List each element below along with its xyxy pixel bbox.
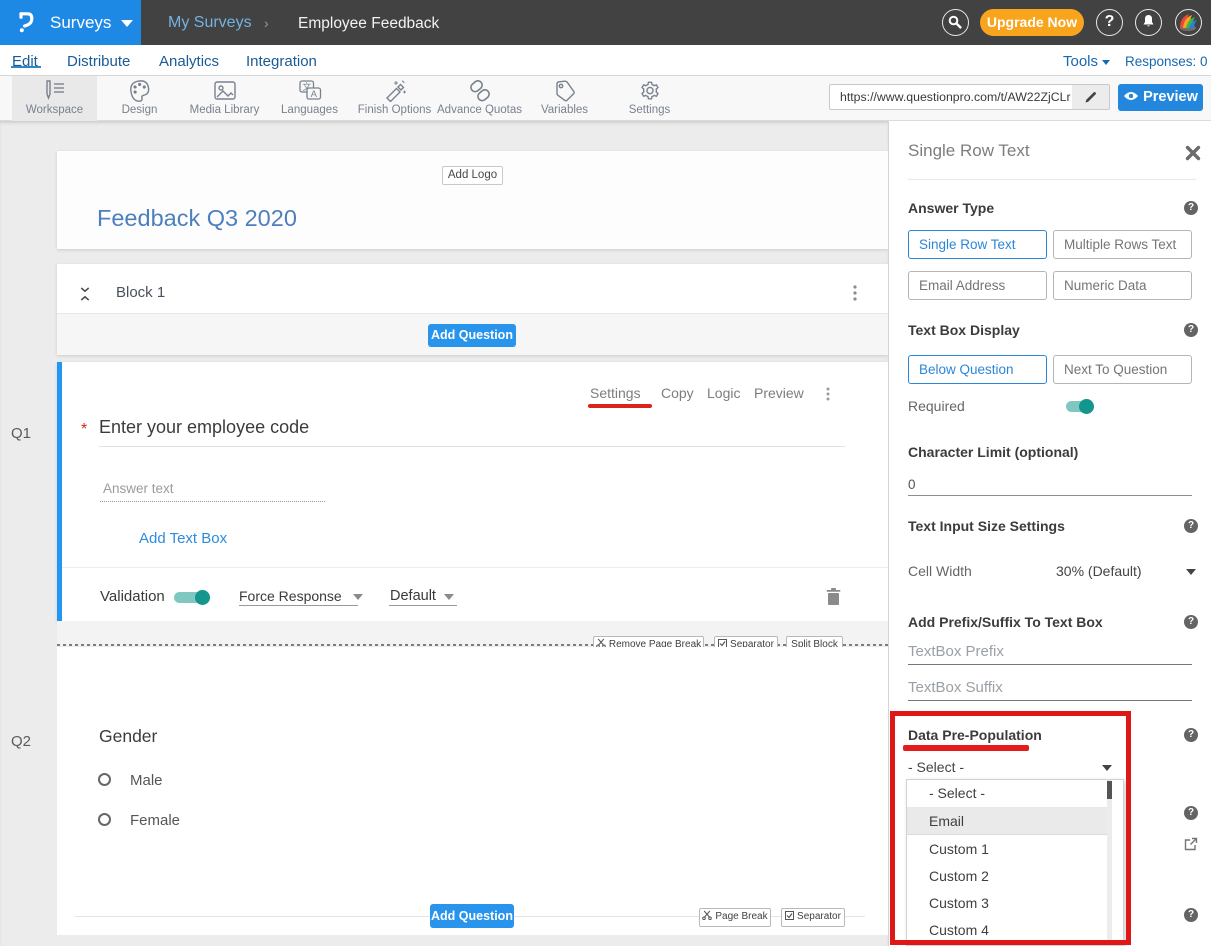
svg-text:A: A xyxy=(310,89,317,100)
